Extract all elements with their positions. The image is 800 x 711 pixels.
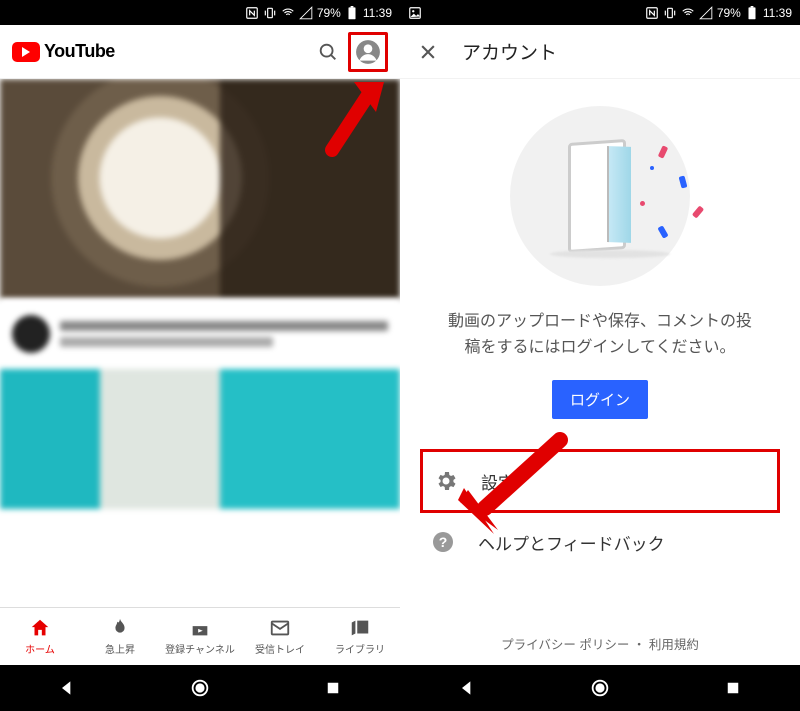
vibrate-icon (263, 6, 277, 20)
status-bar: 79% 11:39 (400, 0, 800, 25)
signal-icon (299, 6, 313, 20)
login-button[interactable]: ログイン (552, 380, 648, 419)
youtube-logo[interactable]: YouTube (12, 41, 115, 62)
bottom-tab-bar: ホーム 急上昇 登録チャンネル 受信トレイ ライブラリ (0, 607, 400, 665)
footer-links[interactable]: プライバシー ポリシー ・ 利用規約 (420, 620, 780, 665)
library-icon (349, 617, 371, 639)
phone-left: 79% 11:39 YouTube (0, 0, 400, 711)
video-subtitle-line (60, 337, 273, 347)
youtube-app: YouTube (0, 25, 400, 665)
android-nav-bar (0, 665, 400, 711)
clock: 11:39 (763, 6, 792, 20)
menu-label: 設定 (481, 469, 515, 494)
tab-trending[interactable]: 急上昇 (80, 608, 160, 665)
status-bar: 79% 11:39 (0, 0, 400, 25)
menu-item-settings[interactable]: 設定 (420, 449, 780, 513)
nfc-icon (645, 6, 659, 20)
youtube-wordmark: YouTube (44, 41, 115, 62)
account-menu: 設定 ? ヘルプとフィードバック (420, 449, 780, 571)
home-button[interactable] (185, 673, 215, 703)
video-thumbnail[interactable] (0, 369, 400, 509)
video-thumbnail[interactable] (0, 79, 400, 299)
recents-button[interactable] (318, 673, 348, 703)
menu-item-help[interactable]: ? ヘルプとフィードバック (420, 513, 780, 571)
image-indicator-icon (408, 6, 422, 20)
help-icon: ? (430, 529, 456, 555)
vibrate-icon (663, 6, 677, 20)
trending-icon (109, 617, 131, 639)
home-button[interactable] (585, 673, 615, 703)
tab-label: ライブラリ (335, 641, 385, 656)
tab-home[interactable]: ホーム (0, 608, 80, 665)
signin-illustration (495, 101, 705, 291)
close-icon (418, 42, 438, 62)
page-title: アカウント (462, 38, 557, 65)
tab-label: ホーム (25, 641, 55, 656)
battery-icon (345, 6, 359, 20)
phone-right: 79% 11:39 アカウント (400, 0, 800, 711)
subscriptions-icon (189, 617, 211, 639)
nfc-icon (245, 6, 259, 20)
back-button[interactable] (52, 673, 82, 703)
tab-label: 受信トレイ (255, 641, 305, 656)
wifi-icon (281, 6, 295, 20)
tab-library[interactable]: ライブラリ (320, 608, 400, 665)
clock: 11:39 (363, 6, 392, 20)
recents-button[interactable] (718, 673, 748, 703)
search-button[interactable] (308, 32, 348, 72)
home-icon (29, 617, 51, 639)
svg-text:?: ? (439, 534, 448, 550)
wifi-icon (681, 6, 695, 20)
youtube-header: YouTube (0, 25, 400, 79)
search-icon (317, 41, 339, 63)
signal-icon (699, 6, 713, 20)
menu-label: ヘルプとフィードバック (478, 530, 665, 555)
channel-avatar (12, 315, 50, 353)
account-icon (355, 39, 381, 65)
account-header: アカウント (400, 25, 800, 79)
account-button[interactable] (348, 32, 388, 72)
battery-icon (745, 6, 759, 20)
tab-label: 急上昇 (105, 641, 135, 656)
video-feed[interactable] (0, 79, 400, 607)
signin-prompt: 動画のアップロードや保存、コメントの投稿をするにはログインしてください。 (445, 309, 755, 360)
tab-subscriptions[interactable]: 登録チャンネル (160, 608, 240, 665)
tab-label: 登録チャンネル (165, 641, 235, 656)
gear-icon (433, 468, 459, 494)
battery-percentage: 79% (717, 6, 741, 20)
video-meta[interactable] (0, 299, 400, 369)
close-button[interactable] (414, 38, 442, 66)
video-title-line (60, 321, 388, 331)
tab-inbox[interactable]: 受信トレイ (240, 608, 320, 665)
inbox-icon (269, 617, 291, 639)
back-button[interactable] (452, 673, 482, 703)
android-nav-bar (400, 665, 800, 711)
battery-percentage: 79% (317, 6, 341, 20)
account-screen: アカウント 動画のアップロードや保存、コメントの投稿をするにはログ (400, 25, 800, 665)
account-body: 動画のアップロードや保存、コメントの投稿をするにはログインしてください。 ログイ… (400, 79, 800, 665)
youtube-play-icon (12, 42, 40, 62)
